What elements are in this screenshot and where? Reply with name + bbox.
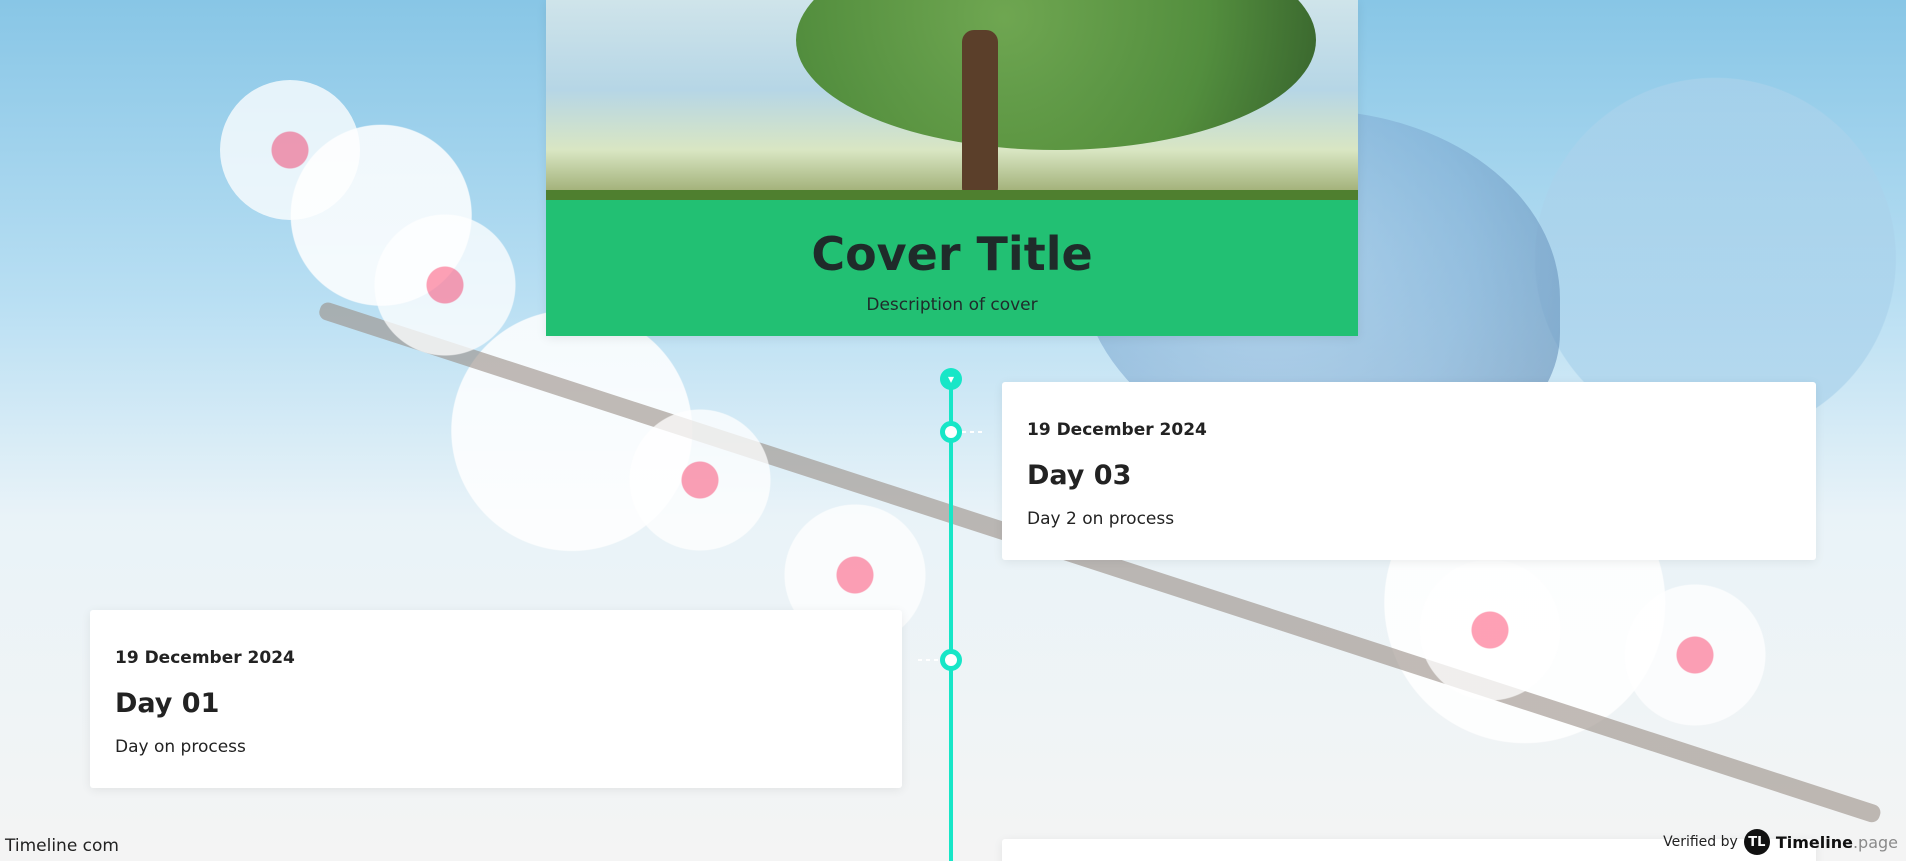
blossom-illustration [1600, 560, 1790, 750]
footer-left-text: Timeline com [5, 836, 119, 856]
cover-title: Cover Title [811, 227, 1093, 281]
verified-label: Verified by [1663, 834, 1738, 850]
verified-badge[interactable]: Verified by TL Timeline .page [1663, 829, 1898, 855]
card-title: Day 01 [115, 688, 220, 719]
cover-description: Description of cover [866, 295, 1038, 315]
timeline-card-day-01[interactable]: 19 December 2024 Day 01 Day on process [90, 610, 902, 788]
timeline-logo-icon: TL [1743, 829, 1770, 855]
grass [546, 190, 1358, 200]
chevron-down-icon: ▾ [940, 368, 962, 390]
blossom-illustration [600, 380, 800, 580]
timeline-connector [918, 659, 940, 661]
card-description: Day on process [115, 737, 246, 757]
blossom-illustration [360, 200, 530, 370]
brand-suffix: .page [1852, 832, 1898, 852]
timeline-connector [962, 431, 982, 433]
timeline-dot [940, 649, 962, 671]
cover-body: Cover Title Description of cover [546, 200, 1358, 336]
tree-trunk [962, 30, 998, 200]
cover-card: Cover Title Description of cover [546, 0, 1358, 336]
card-date: 19 December 2024 [115, 648, 295, 668]
cover-image [546, 0, 1358, 200]
timeline-dot [940, 421, 962, 443]
tree-canopy [796, 0, 1316, 150]
brand-name: Timeline [1775, 832, 1853, 852]
card-date: 19 December 2024 [1027, 420, 1207, 440]
blossom-illustration [220, 80, 360, 220]
timeline-line [949, 380, 953, 861]
card-description: Day 2 on process [1027, 509, 1175, 529]
card-title: Day 03 [1027, 460, 1132, 491]
timeline-card-day-03[interactable]: 19 December 2024 Day 03 Day 2 on process [1002, 382, 1816, 560]
